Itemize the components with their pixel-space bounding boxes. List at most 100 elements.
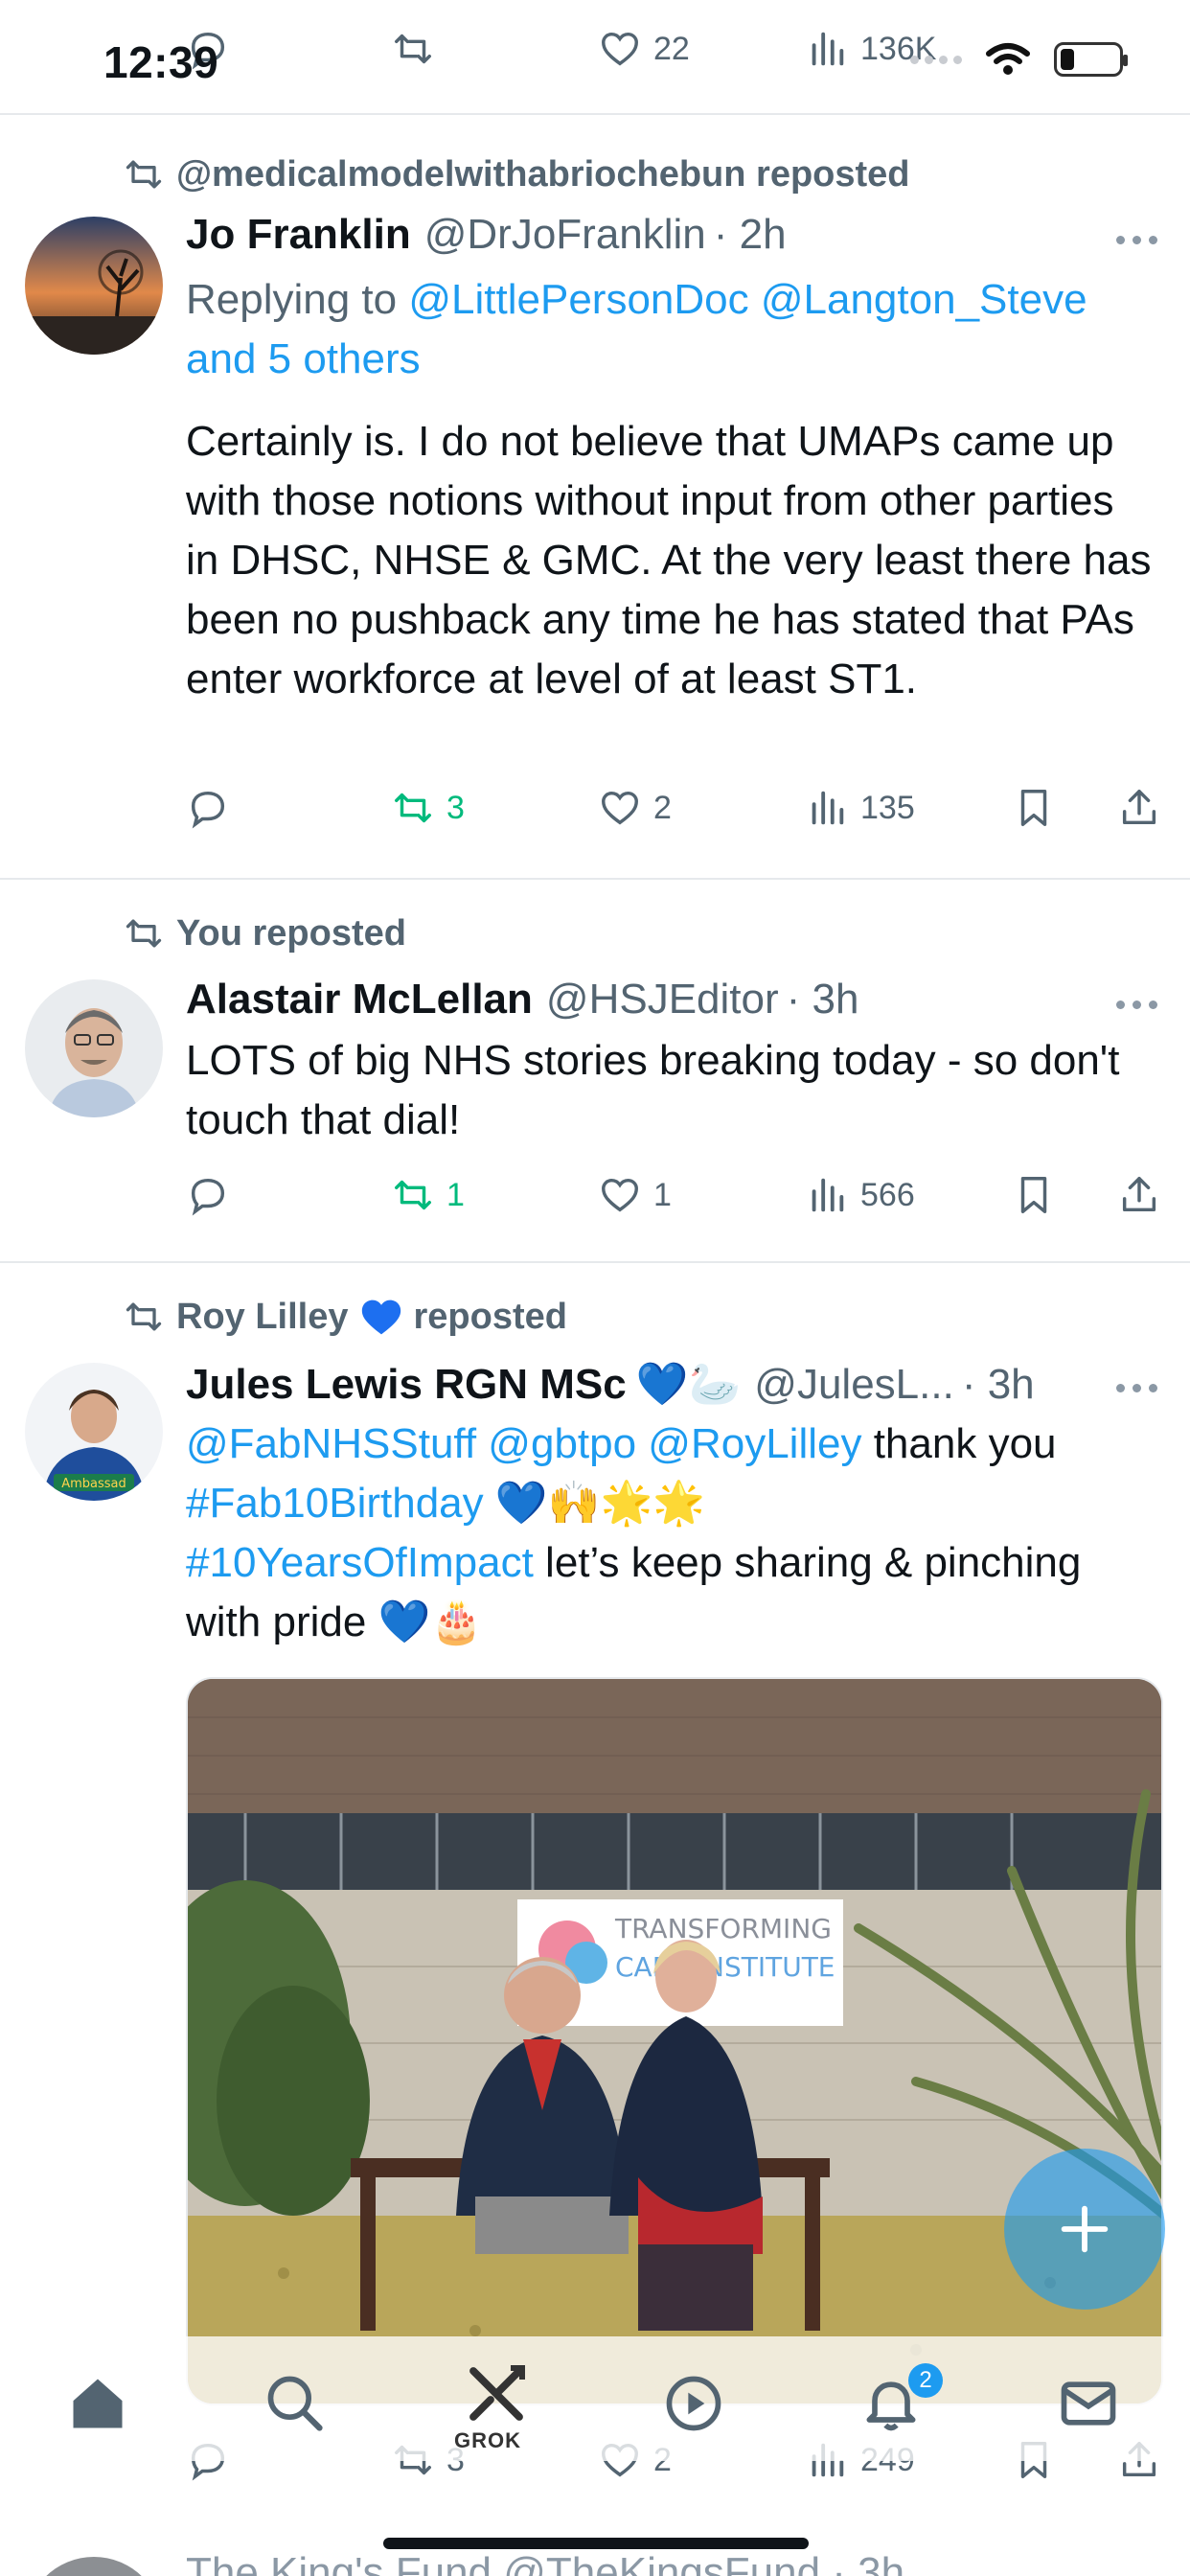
avatar[interactable] <box>25 217 163 355</box>
svg-text:Ambassad: Ambassad <box>61 1477 126 1491</box>
repost-attribution-suffix: reposted <box>413 1296 567 1337</box>
repost-button[interactable]: 3 <box>391 786 465 830</box>
author-name[interactable]: Jo Franklin <box>186 211 411 259</box>
post-text: LOTS of big NHS stories breaking today -… <box>186 1037 1120 1143</box>
share-icon <box>1122 790 1156 825</box>
emoji-group-2: 💙🎂 <box>378 1598 484 1645</box>
nav-grok[interactable] <box>458 2356 535 2432</box>
bottom-nav: GROK <box>0 2336 1190 2461</box>
hashtag-10yearsofimpact[interactable]: #10YearsOfImpact <box>186 1539 534 1586</box>
repost-count: 3 <box>446 789 465 826</box>
grok-label: GROK <box>454 2428 521 2452</box>
photo-scene: TRANSFORMING CARE INSTITUTE <box>188 1679 1161 2404</box>
hashtag-fab10birthday[interactable]: #Fab10Birthday <box>186 1480 484 1527</box>
replying-more-link[interactable]: and 5 others <box>186 335 421 382</box>
avatar-image <box>25 979 163 1117</box>
post-photo[interactable]: TRANSFORMING CARE INSTITUTE <box>186 1677 1163 2405</box>
avatar-image: Ambassad <box>25 1363 163 1501</box>
search-icon <box>267 2376 323 2431</box>
nav-search[interactable] <box>257 2365 333 2442</box>
battery-icon <box>1054 42 1128 77</box>
repost-button[interactable]: 1 <box>391 1173 465 1217</box>
heart-icon <box>602 1178 638 1212</box>
avatar-image <box>25 217 163 355</box>
post-text-a: thank you <box>861 1420 1057 1467</box>
nav-home[interactable] <box>59 2365 136 2442</box>
mail-icon <box>1061 2381 1116 2426</box>
status-bar: 12:39 <box>0 0 1190 115</box>
post-header: Jules Lewis RGN MSc 💙🦢 @JulesL... · 3h <box>186 1359 1035 1409</box>
repost-icon <box>126 160 162 189</box>
bookmark-button[interactable] <box>1012 786 1056 830</box>
more-options-icon[interactable] <box>1116 236 1157 244</box>
signal-dots-icon <box>910 55 962 64</box>
home-indicator[interactable] <box>383 2538 809 2549</box>
reply-icon <box>191 1178 225 1216</box>
share-button[interactable] <box>1117 1173 1161 1217</box>
photo-sign-line2: CARE INSTITUTE <box>615 1951 835 1983</box>
bookmark-icon <box>1020 1177 1047 1213</box>
like-count: 2 <box>653 789 672 826</box>
repost-attribution: You reposted <box>123 912 406 954</box>
mention-links[interactable]: @FabNHSStuff @gbtpo @RoyLilley <box>186 1420 861 1467</box>
views-button[interactable]: 566 <box>805 1173 915 1217</box>
share-icon <box>1122 1177 1156 1212</box>
author-name[interactable]: Jules Lewis RGN MSc <box>186 1361 627 1409</box>
play-icon <box>666 2376 721 2431</box>
share-button[interactable] <box>1117 786 1161 830</box>
heart-icon <box>602 791 638 825</box>
reply-button[interactable] <box>186 786 230 830</box>
post-time: · 3h <box>786 976 859 1023</box>
avatar[interactable] <box>25 979 163 1117</box>
reply-button[interactable] <box>186 1173 230 1217</box>
reply-icon <box>191 791 225 829</box>
more-options-icon[interactable] <box>1116 1384 1157 1392</box>
repost-attribution-name: Roy Lilley <box>176 1296 349 1337</box>
post-text: @FabNHSStuff @gbtpo @RoyLilley thank you… <box>186 1414 1154 1652</box>
divider <box>0 1261 1190 1263</box>
bookmark-icon <box>1020 790 1047 826</box>
emoji-group-1: 💙🙌🌟🌟 <box>494 1480 706 1527</box>
post-time: · 2h <box>713 211 787 258</box>
like-button[interactable]: 2 <box>598 786 672 830</box>
like-button[interactable]: 1 <box>598 1173 672 1217</box>
author-handle[interactable]: @JulesL... <box>754 1361 954 1409</box>
replying-to: Replying to @LittlePersonDoc @Langton_St… <box>186 270 1154 389</box>
views-count: 566 <box>860 1176 915 1213</box>
wifi-icon <box>986 43 1030 75</box>
repost-icon <box>126 919 162 948</box>
more-options-icon[interactable] <box>1116 1000 1157 1009</box>
bookmark-button[interactable] <box>1012 1173 1056 1217</box>
name-emoji: 💙🦢 <box>635 1361 742 1408</box>
nav-video[interactable] <box>655 2365 732 2442</box>
author-name[interactable]: Alastair McLellan <box>186 976 533 1024</box>
repost-attribution: Roy Lilley reposted <box>123 1296 567 1338</box>
blue-heart-icon <box>361 1300 400 1335</box>
post-header: Alastair McLellan @HSJEditor · 3h <box>186 976 858 1024</box>
divider <box>0 878 1190 880</box>
home-icon <box>73 2379 123 2428</box>
compose-button[interactable] <box>1004 2149 1165 2310</box>
post-header: Jo Franklin @DrJoFranklin · 2h <box>186 211 787 259</box>
repost-icon <box>126 1302 162 1331</box>
replying-prefix: Replying to <box>186 276 409 323</box>
avatar[interactable]: Ambassad <box>25 1363 163 1501</box>
repost-icon <box>395 793 431 823</box>
next-post-header: The King's Fund @TheKingsFund · 3h <box>186 2549 905 2576</box>
author-handle[interactable]: @DrJoFranklin <box>424 211 706 259</box>
photo-sign-line1: TRANSFORMING <box>614 1913 832 1944</box>
status-indicators <box>910 42 1128 77</box>
plus-icon <box>1061 2205 1109 2253</box>
repost-attribution-text: @medicalmodelwithabriochebun reposted <box>176 153 910 195</box>
avatar <box>25 2557 163 2576</box>
grok-icon <box>469 2365 525 2421</box>
author-handle[interactable]: @HSJEditor <box>546 976 779 1024</box>
post-text: Certainly is. I do not believe that UMAP… <box>186 418 1152 702</box>
nav-messages[interactable] <box>1050 2365 1127 2442</box>
repost-attribution: @medicalmodelwithabriochebun reposted <box>123 153 910 196</box>
views-chart-icon <box>812 1178 844 1212</box>
replying-handles[interactable]: @LittlePersonDoc @Langton_Steve <box>408 276 1087 323</box>
views-button[interactable]: 135 <box>805 786 915 830</box>
status-time: 12:39 <box>103 37 219 87</box>
notifications-badge: 2 <box>908 2363 943 2398</box>
